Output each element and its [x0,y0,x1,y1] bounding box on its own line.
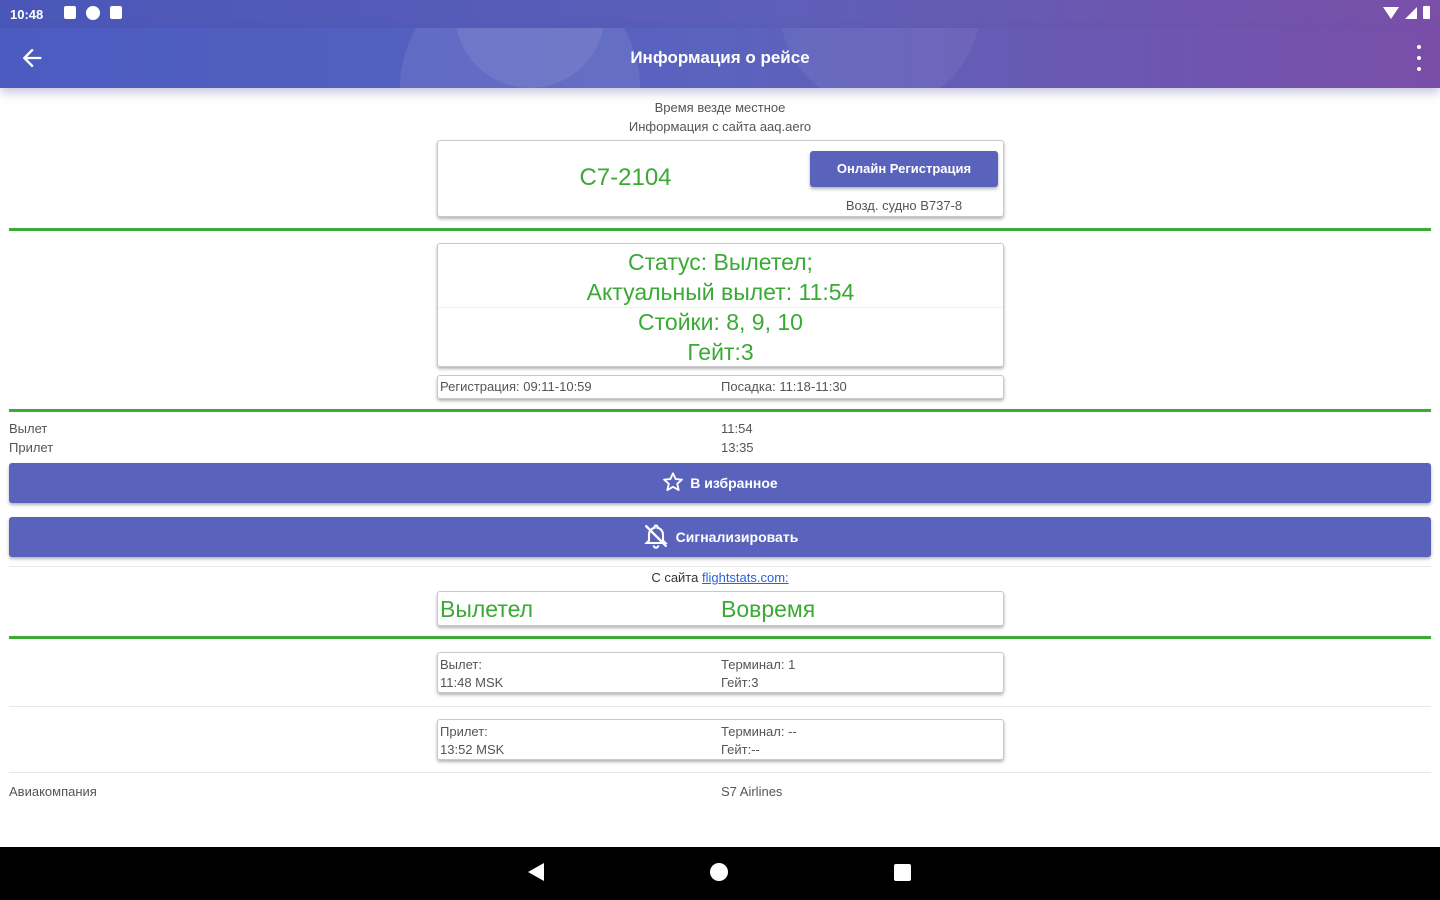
status-line: Статус: Вылетел; [628,249,813,275]
status-time: 10:48 [10,7,44,22]
divider [9,706,1431,707]
arrival-label: Прилет [9,440,54,455]
sd-card-icon [110,6,122,19]
registration-boarding-row: Регистрация: 09:11-10:59 Посадка: 11:18-… [437,375,1004,399]
gate-line: Гейт:3 [687,338,754,365]
counters-line: Стойки: 8, 9, 10 [438,307,1003,338]
departure-card-time: 11:48 MSK [440,675,504,690]
registration-time: Регистрация: 09:11-10:59 [440,379,592,394]
notification-icon [64,6,76,19]
flightstats-link[interactable]: flightstats.com: [702,570,789,585]
flight-card: С7-2104 Онлайн Регистрация Возд. судно B… [437,140,1004,217]
star-icon [662,471,684,496]
source-note: Информация с сайта aaq.aero [628,119,812,134]
arrival-gate: Гейт:-- [721,742,760,757]
flight-number: С7-2104 [579,164,672,191]
notification-icons [64,6,122,20]
nav-recents-icon[interactable] [894,864,911,881]
flightstats-status: Вылетел [440,596,534,622]
battery-icon [1423,6,1430,19]
departure-value: 11:54 [721,421,753,436]
departure-gate: Гейт:3 [721,675,759,690]
divider [9,636,1431,639]
app-bar: Информация о рейсе [0,28,1440,88]
status-card: Статус: Вылетел; Актуальный вылет: 11:54… [437,243,1004,367]
nav-home-icon[interactable] [710,863,728,881]
flightstats-status-card: Вылетел Вовремя [437,591,1004,626]
airline-label: Авиакомпания [9,784,97,799]
favorite-label: В избранное [690,475,778,491]
arrival-terminal: Терминал: -- [721,724,797,739]
notify-label: Сигнализировать [675,529,799,545]
flightstats-source: С сайта flightstats.com: [0,570,1440,585]
page-title: Информация о рейсе [630,48,810,67]
notify-button[interactable]: Сигнализировать [9,517,1431,557]
departure-terminal: Терминал: 1 [721,657,796,672]
flightstats-punctuality: Вовремя [721,596,816,622]
divider [9,228,1431,231]
status-bar: 10:48 [0,0,1440,28]
airline-value: S7 Airlines [721,784,783,799]
nav-back-icon[interactable] [528,863,544,881]
online-checkin-button[interactable]: Онлайн Регистрация [810,151,998,187]
flightstats-prefix: С сайта [651,570,702,585]
navigation-bar [0,847,1440,900]
departure-card: Вылет: 11:48 MSK Терминал: 1 Гейт:3 [437,652,1004,693]
arrival-card-time: 13:52 MSK [440,742,505,757]
wifi-icon [1383,6,1399,19]
divider [9,409,1431,412]
actual-departure-line: Актуальный вылет: 11:54 [586,278,855,305]
aircraft-type: Возд. судно B737-8 [845,198,963,213]
divider [9,566,1431,567]
arrival-card: Прилет: 13:52 MSK Терминал: -- Гейт:-- [437,719,1004,760]
more-vert-icon[interactable] [1414,45,1424,71]
departure-label: Вылет [9,421,48,436]
notification-icon [86,6,100,20]
bell-off-icon [642,522,670,553]
local-time-note: Время везде местное [654,100,786,115]
boarding-time: Посадка: 11:18-11:30 [721,379,847,394]
divider [9,772,1431,773]
departure-card-label: Вылет: [440,657,482,672]
add-to-favorites-button[interactable]: В избранное [9,463,1431,503]
arrival-card-label: Прилет: [440,724,488,739]
arrival-value: 13:35 [721,440,754,455]
cell-signal-icon [1405,6,1417,19]
system-icons [1383,6,1430,19]
